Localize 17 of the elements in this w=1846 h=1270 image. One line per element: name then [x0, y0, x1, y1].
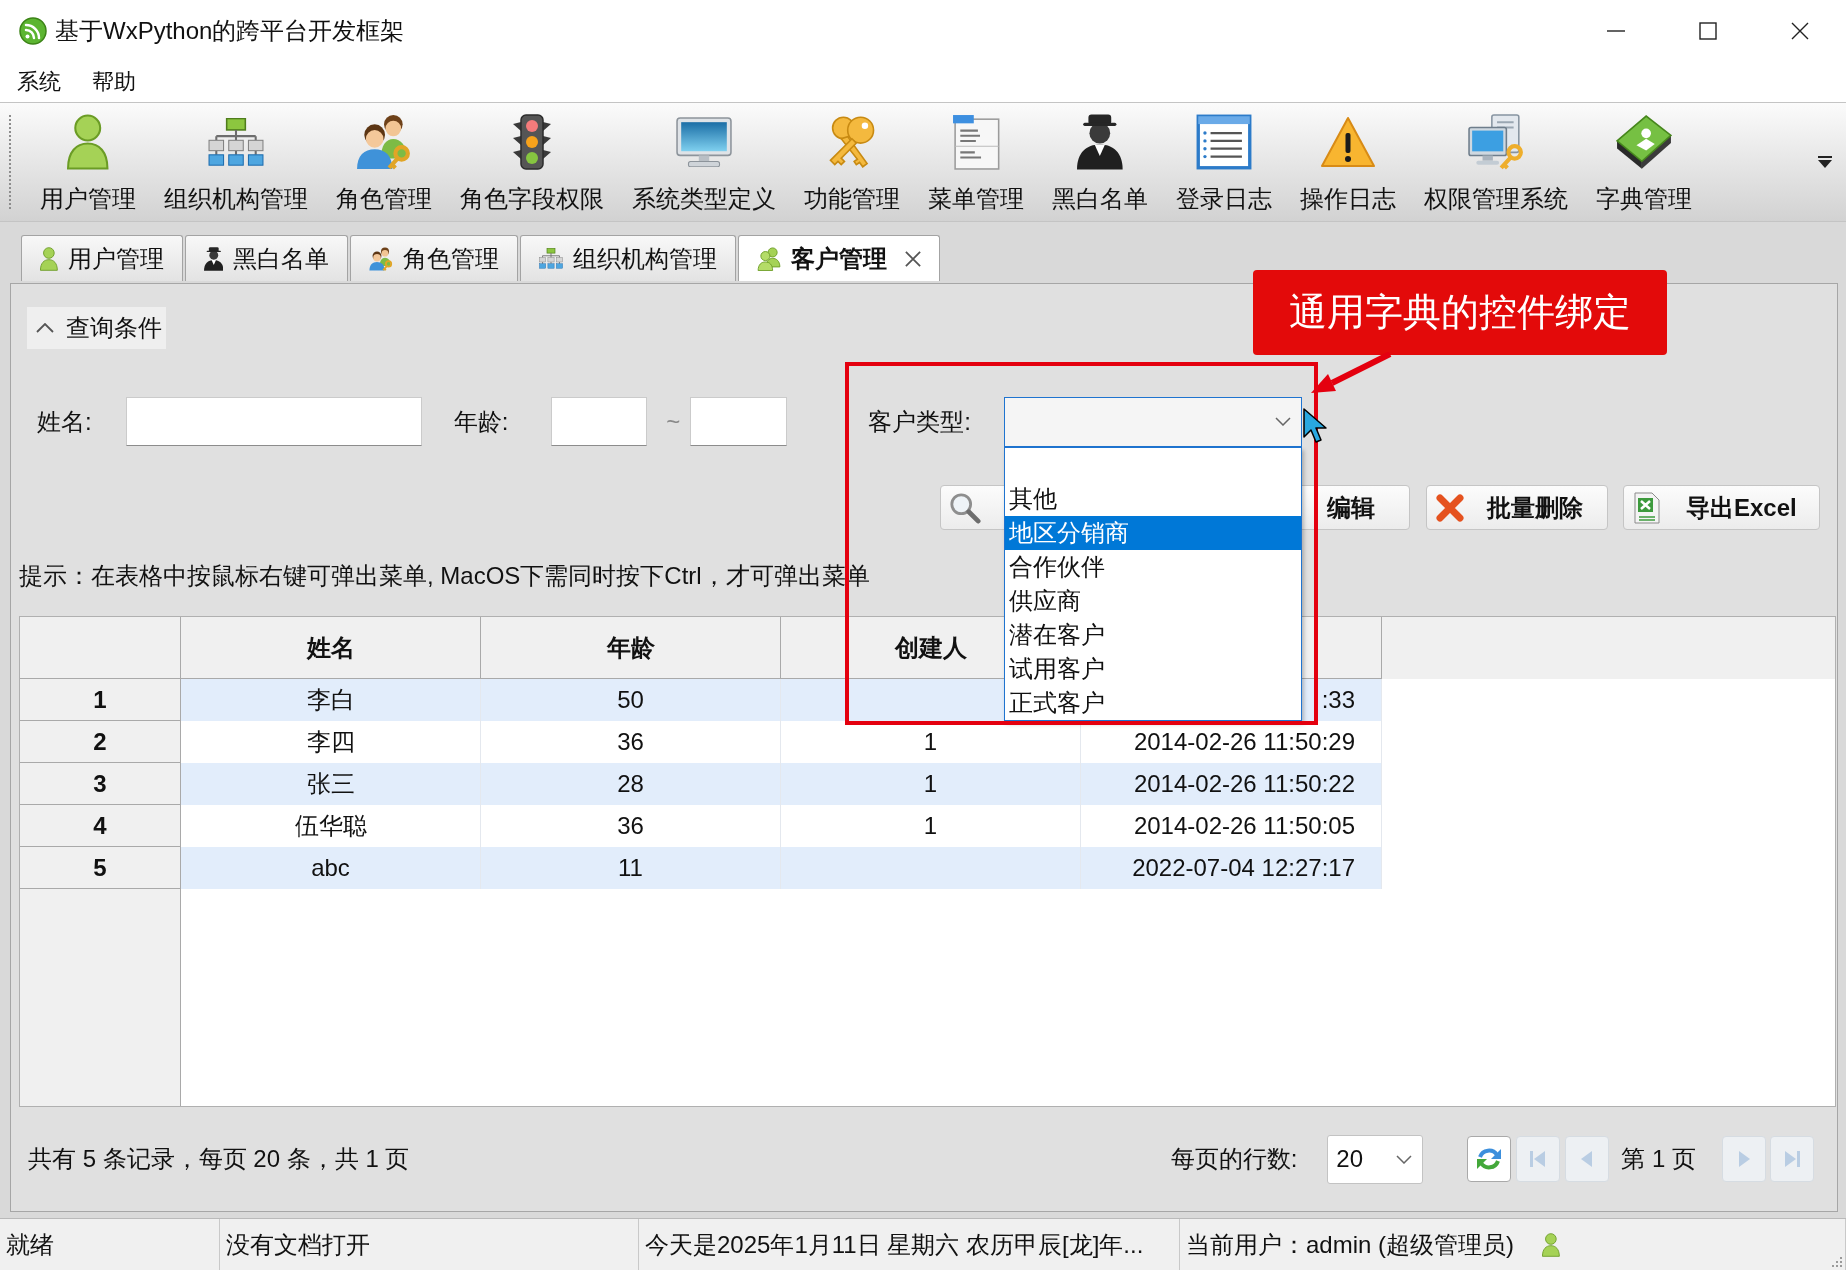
field-label: 年龄:: [453, 406, 509, 437]
rows-per-page-label: 每页的行数:: [1170, 1144, 1298, 1174]
status-text: 今天是2025年1月11日 星期六 农历甲辰[龙]年...: [645, 1229, 1144, 1260]
table-cell: 2022-07-04 12:27:17: [1081, 847, 1382, 889]
status-text: 就绪: [6, 1229, 54, 1260]
callout-label: 通用字典的控件绑定: [1253, 270, 1667, 355]
page-indicator: 第 1 页: [1621, 1144, 1696, 1174]
window-title: 基于WxPython的跨平台开发框架: [55, 16, 405, 46]
table-cell: 11: [481, 847, 781, 889]
table-cell: abc: [181, 847, 481, 889]
hint-text: 提示：在表格中按鼠标右键可弹出菜单, MacOS下需同时按下Ctrl，才可弹出菜单: [19, 561, 870, 591]
range-separator: ~: [666, 406, 681, 437]
field-label: 姓名:: [37, 406, 92, 437]
status-text: 当前用户：admin (超级管理员): [1186, 1229, 1515, 1260]
record-summary: 共有 5 条记录，每页 20 条，共 1 页: [28, 1144, 410, 1174]
field-label: 客户类型:: [868, 406, 972, 437]
status-text: 没有文档打开: [226, 1229, 370, 1260]
